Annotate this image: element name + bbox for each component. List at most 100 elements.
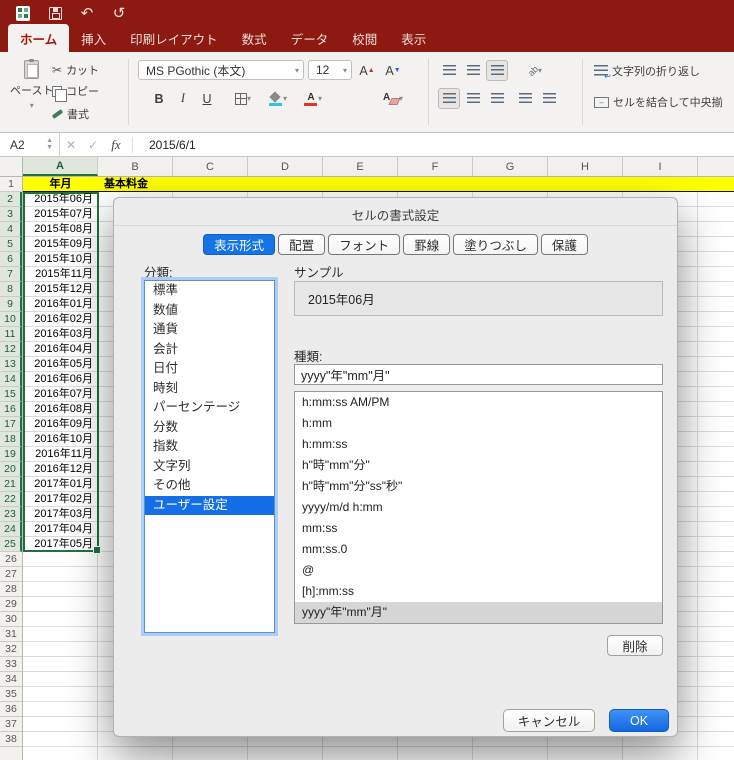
category-item-0[interactable]: 標準 [145, 281, 274, 301]
column-header-C[interactable]: C [173, 157, 248, 176]
row-header-31[interactable]: 31 [0, 627, 22, 642]
row-header-12[interactable]: 12 [0, 342, 22, 357]
cell-B1[interactable]: 基本料金 [104, 177, 148, 191]
row-header-29[interactable]: 29 [0, 597, 22, 612]
cell-A12[interactable]: 2016年04月 [23, 342, 98, 357]
align-center-button[interactable] [462, 88, 484, 109]
cell-A24[interactable]: 2017年04月 [23, 522, 98, 537]
align-bottom-button[interactable] [486, 60, 508, 81]
cell-A22[interactable]: 2017年02月 [23, 492, 98, 507]
align-top-button[interactable] [438, 60, 460, 81]
row-header-17[interactable]: 17 [0, 417, 22, 432]
category-item-2[interactable]: 通貨 [145, 320, 274, 340]
column-header-B[interactable]: B [98, 157, 173, 176]
category-listbox[interactable]: 標準 数値 通貨 会計 日付 時刻 パーセンテージ 分数 指数 文字列 その他 ユーザー設定 [144, 280, 275, 633]
dialog-tab-3[interactable]: 罫線 [403, 234, 451, 255]
format-item-5[interactable]: yyyy/m/d h:mm [295, 497, 662, 518]
borders-button[interactable]: ▾ [228, 88, 258, 109]
cell-A16[interactable]: 2016年08月 [23, 402, 98, 417]
undo-button[interactable]: ↶ [78, 4, 96, 22]
format-item-0[interactable]: h:mm:ss AM/PM [295, 392, 662, 413]
row-header-13[interactable]: 13 [0, 357, 22, 372]
row-header-24[interactable]: 24 [0, 522, 22, 537]
row-header-23[interactable]: 23 [0, 507, 22, 522]
italic-button[interactable]: I [172, 88, 194, 109]
cancel-entry-button[interactable]: ✕ [60, 138, 82, 152]
row-header-10[interactable]: 10 [0, 312, 22, 327]
row-header-21[interactable]: 21 [0, 477, 22, 492]
format-item-4[interactable]: h"時"mm"分"ss"秒" [295, 476, 662, 497]
underline-button[interactable]: U [196, 88, 218, 109]
row-header-22[interactable]: 22 [0, 492, 22, 507]
cell-A9[interactable]: 2016年01月 [23, 297, 98, 312]
row-header-9[interactable]: 9 [0, 297, 22, 312]
format-item-1[interactable]: h:mm [295, 413, 662, 434]
format-item-3[interactable]: h"時"mm"分" [295, 455, 662, 476]
row-header-37[interactable]: 37 [0, 717, 22, 732]
row-header-32[interactable]: 32 [0, 642, 22, 657]
dialog-tab-1[interactable]: 配置 [278, 234, 326, 255]
font-color-button[interactable]: A ▾ [298, 88, 328, 109]
cell-A1[interactable]: 年月 [23, 177, 98, 191]
cell-A6[interactable]: 2015年10月 [23, 252, 98, 267]
category-item-3[interactable]: 会計 [145, 340, 274, 360]
column-header-F[interactable]: F [398, 157, 473, 176]
format-item-9[interactable]: [h]:mm:ss [295, 581, 662, 602]
row-header-8[interactable]: 8 [0, 282, 22, 297]
row-header-16[interactable]: 16 [0, 402, 22, 417]
copy-button[interactable]: コピー [52, 83, 99, 102]
name-box[interactable]: A2 ▲ ▼ [0, 133, 60, 156]
ribbon-tab-4[interactable]: データ [279, 24, 341, 52]
row-header-7[interactable]: 7 [0, 267, 22, 282]
dialog-tab-2[interactable]: フォント [328, 234, 401, 255]
cell-A18[interactable]: 2016年10月 [23, 432, 98, 447]
column-header-G[interactable]: G [473, 157, 548, 176]
cell-A7[interactable]: 2015年11月 [23, 267, 98, 282]
row-header-30[interactable]: 30 [0, 612, 22, 627]
cancel-button[interactable]: キャンセル [503, 709, 595, 732]
row-header-36[interactable]: 36 [0, 702, 22, 717]
row-header-5[interactable]: 5 [0, 237, 22, 252]
fill-color-button[interactable]: ▾ [262, 88, 294, 109]
grow-font-button[interactable]: A ▲ [356, 60, 378, 81]
cell-A15[interactable]: 2016年07月 [23, 387, 98, 402]
wrap-text-button[interactable]: 文字列の折り返し [594, 63, 700, 81]
redo-button[interactable]: ↺ [110, 4, 128, 22]
dialog-tab-0[interactable]: 表示形式 [203, 234, 276, 255]
cell-A4[interactable]: 2015年08月 [23, 222, 98, 237]
cell-A25[interactable]: 2017年05月 [23, 537, 98, 552]
font-name-dropdown[interactable]: MS PGothic (本文) ▾ [138, 60, 304, 80]
merge-center-button[interactable]: ↔ セルを結合して中央揃 [594, 94, 732, 110]
category-item-4[interactable]: 日付 [145, 359, 274, 379]
align-left-button[interactable] [438, 88, 460, 109]
column-header-H[interactable]: H [548, 157, 623, 176]
column-header-A[interactable]: A [23, 157, 98, 176]
format-listbox[interactable]: h:mm:ss AM/PM h:mm h:mm:ss h"時"mm"分" h"時"mm"… [294, 391, 663, 624]
cell-A10[interactable]: 2016年02月 [23, 312, 98, 327]
ribbon-tab-3[interactable]: 数式 [230, 24, 279, 52]
name-box-stepper-icon[interactable]: ▲ ▼ [46, 137, 53, 151]
ok-button[interactable]: OK [609, 709, 669, 732]
category-item-10[interactable]: その他 [145, 476, 274, 496]
align-middle-button[interactable] [462, 60, 484, 81]
category-item-8[interactable]: 指数 [145, 437, 274, 457]
row-header-15[interactable]: 15 [0, 387, 22, 402]
cut-button[interactable]: ✂ カット [52, 62, 99, 78]
row-header-4[interactable]: 4 [0, 222, 22, 237]
format-painter-button[interactable]: 書式 [51, 106, 89, 122]
cell-A19[interactable]: 2016年11月 [23, 447, 98, 462]
shrink-font-button[interactable]: A ▼ [382, 60, 404, 81]
cell-A23[interactable]: 2017年03月 [23, 507, 98, 522]
cell-A17[interactable]: 2016年09月 [23, 417, 98, 432]
cell-A2[interactable]: 2015年06月 [23, 192, 98, 207]
ribbon-tab-1[interactable]: 挿入 [69, 24, 118, 52]
format-item-7[interactable]: mm:ss.0 [295, 539, 662, 560]
row-header-33[interactable]: 33 [0, 657, 22, 672]
bold-button[interactable]: B [148, 88, 170, 109]
cell-A14[interactable]: 2016年06月 [23, 372, 98, 387]
format-item-10[interactable]: yyyy"年"mm"月" [295, 602, 662, 623]
cell-A13[interactable]: 2016年05月 [23, 357, 98, 372]
row-header-38[interactable]: 38 [0, 732, 22, 747]
ribbon-tab-0[interactable]: ホーム [8, 24, 70, 52]
app-icon[interactable] [14, 4, 32, 22]
